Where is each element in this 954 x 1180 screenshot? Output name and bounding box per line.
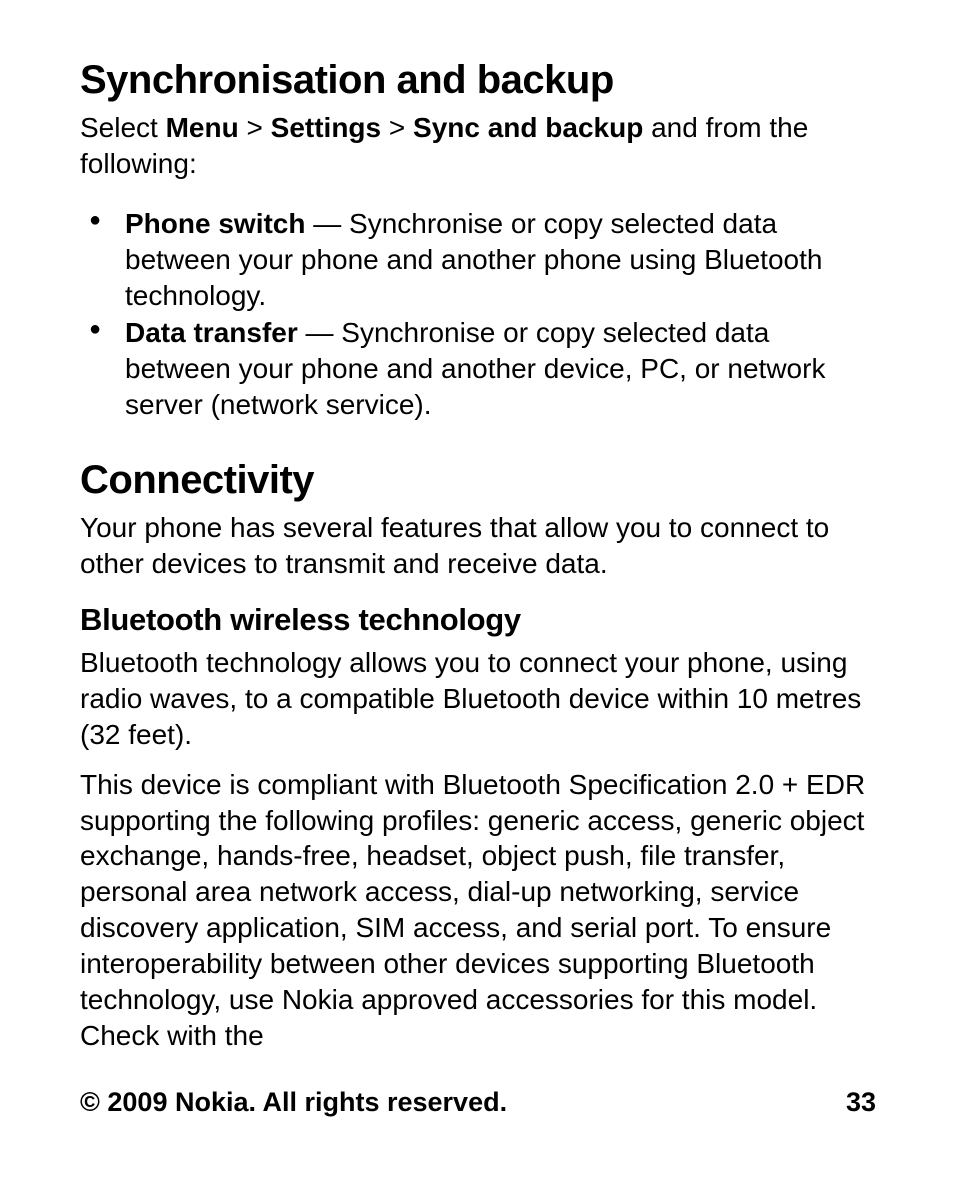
page-footer: © 2009 Nokia. All rights reserved. 33	[80, 1087, 876, 1118]
option-label: Data transfer	[125, 317, 298, 348]
text-select: Select	[80, 112, 166, 143]
nav-separator-1: >	[239, 112, 271, 143]
list-item: Data transfer — Synchronise or copy sele…	[125, 315, 876, 422]
document-body: Synchronisation and backup Select Menu >…	[80, 55, 876, 1053]
nav-menu: Menu	[166, 112, 239, 143]
list-item: Phone switch — Synchronise or copy selec…	[125, 206, 876, 313]
bluetooth-para-2: This device is compliant with Bluetooth …	[80, 767, 876, 1054]
nav-separator-2: >	[381, 112, 413, 143]
heading-sync-backup: Synchronisation and backup	[80, 55, 876, 106]
page-number: 33	[846, 1087, 876, 1118]
subheading-bluetooth: Bluetooth wireless technology	[80, 600, 876, 640]
heading-connectivity: Connectivity	[80, 455, 876, 506]
copyright-text: © 2009 Nokia. All rights reserved.	[80, 1087, 507, 1118]
nav-sync-backup: Sync and backup	[413, 112, 643, 143]
options-list: Phone switch — Synchronise or copy selec…	[125, 206, 876, 423]
option-label: Phone switch	[125, 208, 305, 239]
nav-settings: Settings	[271, 112, 381, 143]
bluetooth-para-1: Bluetooth technology allows you to conne…	[80, 645, 876, 752]
connectivity-intro: Your phone has several features that all…	[80, 510, 876, 582]
nav-instruction: Select Menu > Settings > Sync and backup…	[80, 110, 876, 182]
